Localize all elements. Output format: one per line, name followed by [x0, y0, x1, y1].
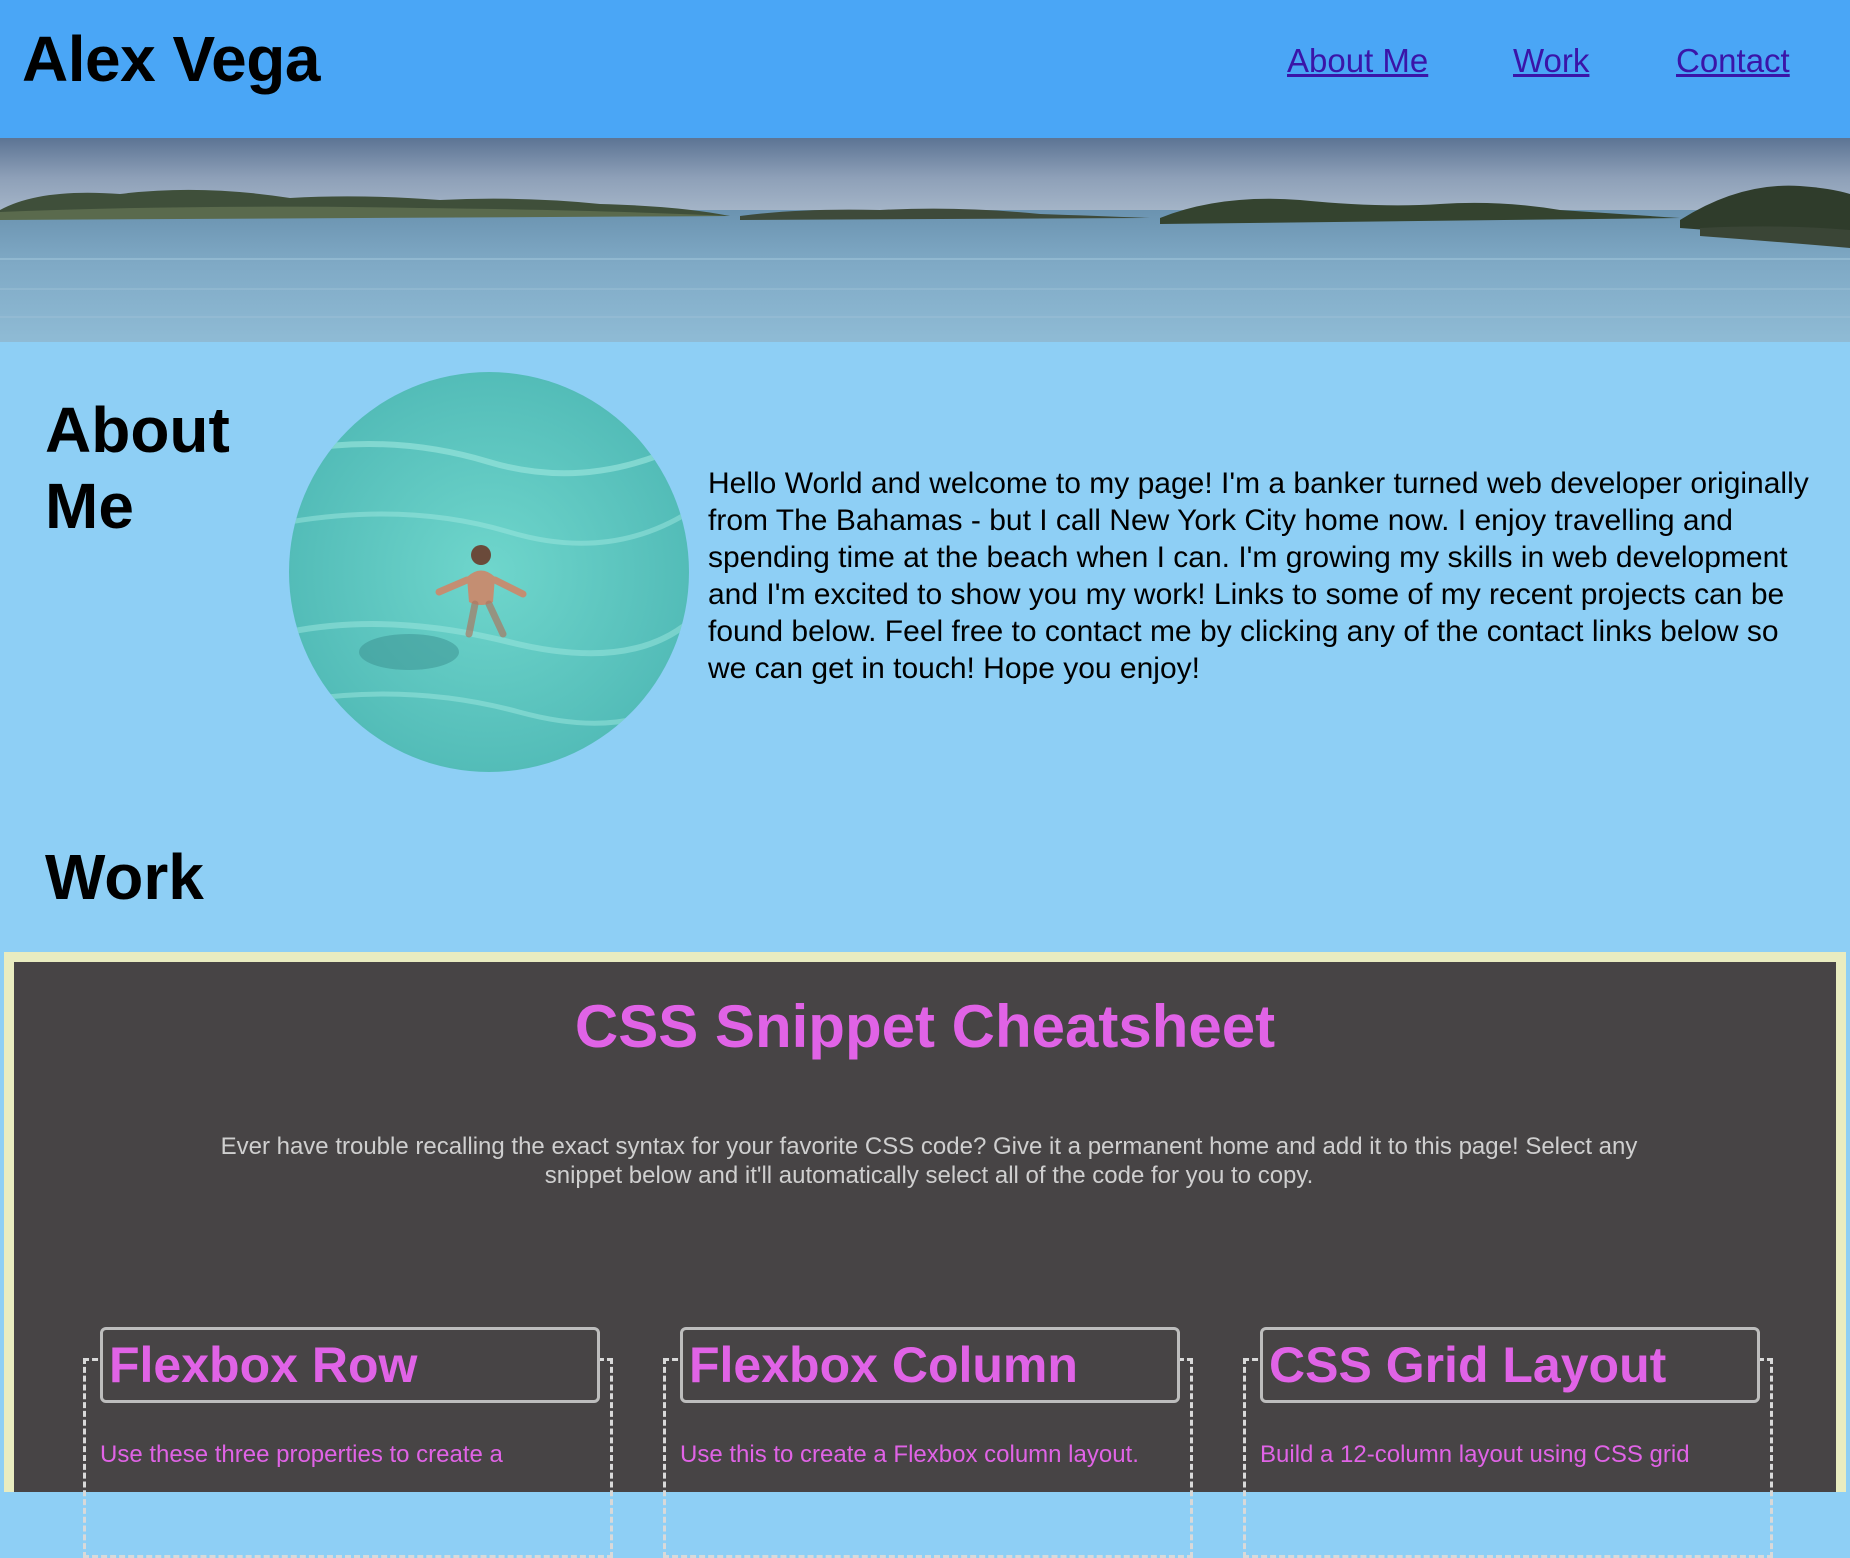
snippet-card-title: CSS Grid Layout — [1269, 1337, 1667, 1393]
project-frame: CSS Snippet Cheatsheet Ever have trouble… — [4, 952, 1846, 1558]
snippet-card-text: Build a 12-column layout using CSS grid — [1260, 1441, 1690, 1468]
snippet-card[interactable]: Flexbox Column Use this to create a Flex… — [663, 1327, 1193, 1558]
site-header: Alex Vega About Me Work Contact — [0, 0, 1850, 138]
project-preview[interactable]: CSS Snippet Cheatsheet Ever have trouble… — [14, 962, 1836, 1558]
snippet-card[interactable]: CSS Grid Layout Build a 12-column layout… — [1243, 1327, 1773, 1558]
snippet-card-title: Flexbox Column — [689, 1337, 1078, 1393]
snippet-card-title-box: Flexbox Column — [680, 1327, 1180, 1403]
project-title: CSS Snippet Cheatsheet — [574, 993, 1276, 1060]
nav-link-about-me[interactable]: About Me — [1287, 42, 1428, 80]
hero-banner-image — [0, 138, 1850, 342]
profile-photo — [289, 372, 689, 772]
site-title: Alex Vega — [22, 23, 320, 95]
snippet-card-title-box: Flexbox Row — [100, 1327, 600, 1403]
snippet-card-title: Flexbox Row — [109, 1337, 418, 1393]
snippet-card[interactable]: Flexbox Row Use these three properties t… — [83, 1327, 613, 1558]
snippet-card-text: Use this to create a Flexbox column layo… — [680, 1441, 1139, 1468]
snippet-card-title-box: CSS Grid Layout — [1260, 1327, 1760, 1403]
about-text: Hello World and welcome to my page! I'm … — [708, 467, 1809, 685]
nav-link-contact[interactable]: Contact — [1676, 42, 1790, 80]
nav-link-work[interactable]: Work — [1513, 42, 1589, 80]
work-heading: Work — [45, 841, 204, 913]
about-heading: About Me — [45, 394, 230, 542]
snippet-card-text: Use these three properties to create a — [100, 1441, 503, 1468]
project-description: Ever have trouble recalling the exact sy… — [220, 1133, 1638, 1189]
